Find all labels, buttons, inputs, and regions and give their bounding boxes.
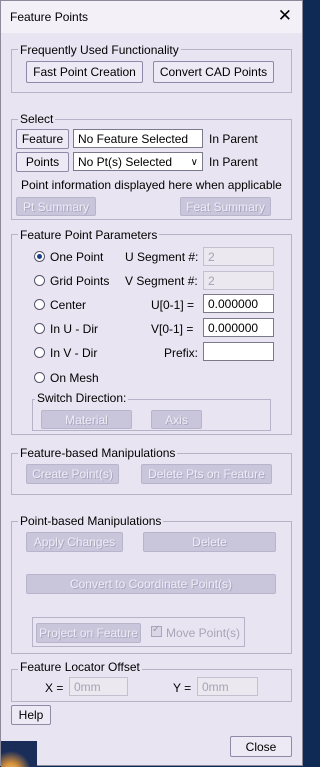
axis-button: Axis [151,410,202,429]
v-segment-label: V Segment #: [125,274,198,288]
delete-button: Delete [143,532,276,552]
move-points-checkbox [151,624,162,637]
points-dropdown-value: No Pt(s) Selected [78,155,173,169]
u-segment-label: U Segment #: [125,250,199,264]
v-segment-field: 2 [203,271,274,290]
close-icon[interactable]: ✕ [278,7,292,25]
convert-to-coordinate-button: Convert to Coordinate Point(s) [26,574,276,594]
convert-cad-points-button[interactable]: Convert CAD Points [153,61,274,83]
u-segment-field: 2 [203,247,274,266]
radio-in-v-dir-label: In V - Dir [50,346,98,360]
points-button[interactable]: Points [16,152,69,172]
radio-center[interactable] [34,299,45,310]
feat-summary-button: Feat Summary [180,197,271,216]
points-dropdown[interactable]: No Pt(s) Selected ∨ [73,152,203,171]
prefix-field[interactable] [203,342,274,361]
prefix-label: Prefix: [164,346,199,360]
radio-one-point[interactable] [34,251,45,262]
v-param-field[interactable]: 0.000000 [203,318,274,337]
select-legend: Select [18,112,56,126]
radio-grid-points-label: Grid Points [50,274,110,288]
radio-grid-points[interactable] [34,275,45,286]
radio-center-label: Center [50,298,87,312]
radio-in-u-dir-label: In U - Dir [50,322,98,336]
move-points-label: Move Point(s) [166,626,241,640]
pt-summary-button: Pt Summary [16,197,96,216]
points-in-parent-label: In Parent [209,155,258,169]
radio-on-mesh-label: On Mesh [50,371,99,385]
feature-field[interactable]: No Feature Selected [73,129,203,148]
help-button[interactable]: Help [11,705,51,725]
u-param-field[interactable]: 0.000000 [203,294,274,313]
frequently-used-legend: Frequently Used Functionality [18,43,181,57]
delete-pts-on-feature-button: Delete Pts on Feature [141,464,272,484]
feature-in-parent-label: In Parent [209,132,258,146]
parameters-legend: Feature Point Parameters [18,228,160,242]
feature-button[interactable]: Feature [16,129,69,149]
v-param-label: V[0-1] = [151,322,194,336]
material-button: Material [41,410,132,429]
feature-locator-offset-legend: Feature Locator Offset [18,660,142,674]
radio-in-v-dir[interactable] [34,347,45,358]
radio-one-point-label: One Point [50,250,104,264]
radio-in-u-dir[interactable] [34,323,45,334]
title-bar: Feature Points ✕ [1,1,302,33]
project-on-feature-button: Project on Feature [36,623,141,643]
radio-on-mesh[interactable] [34,372,45,383]
fast-point-creation-button[interactable]: Fast Point Creation [26,61,143,83]
point-info-text: Point information displayed here when ap… [21,178,282,192]
background-corner [1,741,37,767]
point-manipulations-legend: Point-based Manipulations [18,514,164,528]
switch-direction-legend: Switch Direction: [35,391,129,405]
y-offset-label: Y = [173,681,192,695]
create-points-button: Create Point(s) [26,464,119,484]
window-title: Feature Points [10,10,89,24]
y-offset-field: 0mm [197,677,258,696]
apply-changes-button: Apply Changes [26,532,123,552]
u-param-label: U[0-1] = [151,298,195,312]
chevron-down-icon: ∨ [190,157,198,168]
feature-manipulations-legend: Feature-based Manipulations [18,446,178,460]
feature-points-dialog: Feature Points ✕ Frequently Used Functio… [0,0,303,767]
x-offset-field: 0mm [69,677,128,696]
x-offset-label: X = [45,681,64,695]
close-button[interactable]: Close [230,736,292,757]
